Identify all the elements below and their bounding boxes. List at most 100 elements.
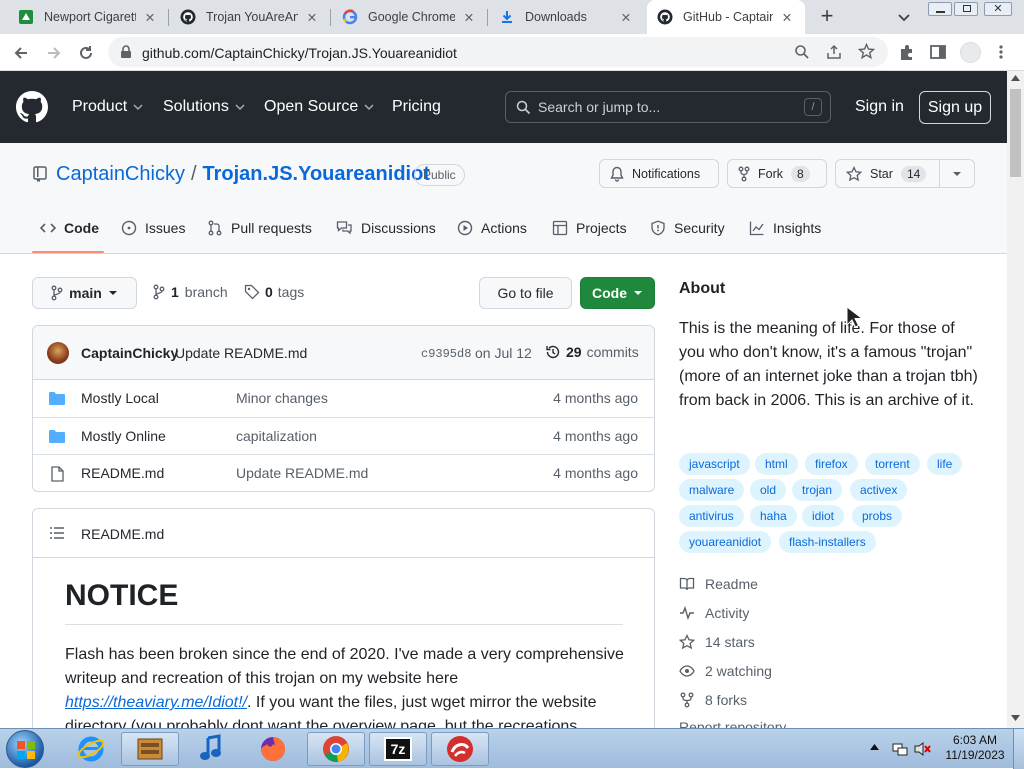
extensions-icon[interactable] [898, 44, 915, 61]
close-tab-icon[interactable]: ✕ [461, 9, 477, 25]
tab-security[interactable]: Security [650, 220, 725, 236]
topic-tag[interactable]: probs [852, 505, 903, 527]
list-icon[interactable] [50, 527, 64, 539]
nav-pricing[interactable]: Pricing [392, 98, 441, 116]
nav-solutions[interactable]: Solutions [163, 98, 245, 116]
file-explorer-taskbar-button[interactable] [121, 732, 179, 766]
file-name[interactable]: Mostly Online [81, 428, 166, 444]
commit-date[interactable]: on Jul 12 [475, 345, 532, 361]
side-panel-icon[interactable] [930, 44, 946, 60]
sign-in-link[interactable]: Sign in [855, 98, 904, 116]
bookmark-star-icon[interactable] [858, 43, 875, 60]
notifications-button[interactable]: Notifications [599, 159, 719, 188]
star-button[interactable]: Star 14 [835, 159, 940, 188]
branch-select-button[interactable]: main [32, 277, 137, 309]
network-icon[interactable] [892, 741, 908, 757]
tab-insights[interactable]: Insights [749, 220, 821, 236]
fork-button[interactable]: Fork 8 [727, 159, 827, 188]
tab-code[interactable]: Code [40, 220, 99, 236]
forward-icon[interactable] [45, 44, 63, 62]
go-to-file-button[interactable]: Go to file [479, 277, 572, 309]
show-desktop-button[interactable] [1013, 729, 1024, 769]
share-icon[interactable] [826, 44, 842, 60]
readme-filename[interactable]: README.md [81, 526, 164, 542]
nav-open-source[interactable]: Open Source [264, 98, 374, 116]
browser-tab-active[interactable]: GitHub - CaptainC ✕ [647, 0, 805, 34]
report-repository-link[interactable]: Report repository [679, 720, 786, 728]
file-row[interactable]: README.md Update README.md 4 months ago [33, 454, 654, 491]
topic-tag[interactable]: activex [850, 479, 908, 501]
browser-tab[interactable]: Newport Cigarettes ✕ [8, 0, 168, 34]
unknown-app-taskbar-button[interactable] [431, 732, 489, 766]
topic-tag[interactable]: firefox [805, 453, 858, 475]
readme-link[interactable]: https://theaviary.me/Idiot!/ [65, 694, 247, 711]
search-input[interactable]: Search or jump to... / [505, 91, 831, 123]
chrome-menu-icon[interactable] [998, 44, 1004, 60]
tab-actions[interactable]: Actions [457, 220, 527, 236]
scrollbar-thumb[interactable] [1010, 89, 1021, 177]
address-bar[interactable]: github.com/CaptainChicky/Trojan.JS.Youar… [108, 37, 888, 67]
file-commit-message[interactable]: capitalization [236, 428, 317, 444]
tab-discussions[interactable]: Discussions [336, 220, 436, 236]
file-commit-message[interactable]: Update README.md [236, 465, 368, 481]
internet-explorer-taskbar-button[interactable] [62, 732, 120, 766]
close-tab-icon[interactable]: ✕ [618, 9, 634, 25]
repo-name-link[interactable]: Trojan.JS.Youareanidiot [203, 163, 430, 186]
topic-tag[interactable]: antivirus [679, 505, 744, 527]
browser-tab[interactable]: Google Chrome b ✕ [332, 0, 487, 34]
activity-link[interactable]: Activity [679, 605, 749, 621]
system-clock[interactable]: 6:03 AM 11/19/2023 [940, 733, 1010, 763]
topic-tag[interactable]: html [755, 453, 798, 475]
zoom-icon[interactable] [794, 44, 810, 60]
file-row[interactable]: Mostly Local Minor changes 4 months ago [33, 380, 654, 417]
close-tab-icon[interactable]: ✕ [142, 9, 158, 25]
close-window-icon[interactable]: ✕ [984, 2, 1012, 16]
browser-tab[interactable]: Downloads ✕ [489, 0, 644, 34]
tab-issues[interactable]: Issues [121, 220, 185, 236]
firefox-taskbar-button[interactable] [244, 732, 302, 766]
file-name[interactable]: README.md [81, 465, 164, 481]
commits-link[interactable]: 29 commits [545, 344, 639, 360]
start-button[interactable] [6, 730, 44, 768]
scroll-up-arrow-icon[interactable] [1011, 75, 1020, 81]
topic-tag[interactable]: youareanidiot [679, 531, 772, 553]
music-player-taskbar-button[interactable] [182, 732, 240, 766]
avatar[interactable] [47, 342, 69, 364]
back-icon[interactable] [12, 44, 30, 62]
tags-link[interactable]: 0 tags [244, 284, 304, 300]
commit-author[interactable]: CaptainChicky [81, 345, 178, 361]
topic-tag[interactable]: haha [750, 505, 797, 527]
branches-link[interactable]: 1 branch [153, 284, 228, 300]
scroll-down-arrow-icon[interactable] [1011, 715, 1020, 721]
watching-link[interactable]: 2 watching [679, 663, 772, 679]
code-dropdown-button[interactable]: Code [580, 277, 655, 309]
tab-pull-requests[interactable]: Pull requests [207, 220, 312, 236]
new-tab-icon[interactable]: + [816, 5, 838, 28]
tab-search-icon[interactable] [896, 9, 912, 25]
file-name[interactable]: Mostly Local [81, 390, 159, 406]
7zip-taskbar-button[interactable]: 7z [369, 732, 427, 766]
reload-icon[interactable] [77, 44, 95, 62]
browser-tab[interactable]: Trojan YouAreAnIdiot ✕ [170, 0, 330, 34]
profile-avatar[interactable] [960, 42, 981, 63]
file-row[interactable]: Mostly Online capitalization 4 months ag… [33, 417, 654, 454]
topic-tag[interactable]: idiot [802, 505, 845, 527]
topic-tag[interactable]: trojan [792, 479, 843, 501]
nav-product[interactable]: Product [72, 98, 143, 116]
repo-owner-link[interactable]: CaptainChicky [56, 163, 185, 186]
forks-link[interactable]: 8 forks [679, 692, 747, 708]
lock-icon[interactable] [120, 45, 132, 59]
commit-message[interactable]: Update README.md [175, 345, 307, 361]
star-lists-dropdown[interactable] [939, 159, 975, 188]
commit-hash[interactable]: c9395d8 [421, 347, 471, 361]
tab-projects[interactable]: Projects [552, 220, 627, 236]
sign-up-button[interactable]: Sign up [919, 91, 991, 124]
topic-tag[interactable]: flash-installers [779, 531, 876, 553]
minimize-icon[interactable] [928, 2, 952, 16]
volume-muted-icon[interactable] [914, 741, 932, 757]
stars-link[interactable]: 14 stars [679, 634, 755, 650]
chrome-taskbar-button[interactable] [307, 732, 365, 766]
show-hidden-icons[interactable] [870, 744, 879, 750]
close-tab-icon[interactable]: ✕ [779, 9, 795, 25]
restore-icon[interactable] [954, 2, 978, 16]
